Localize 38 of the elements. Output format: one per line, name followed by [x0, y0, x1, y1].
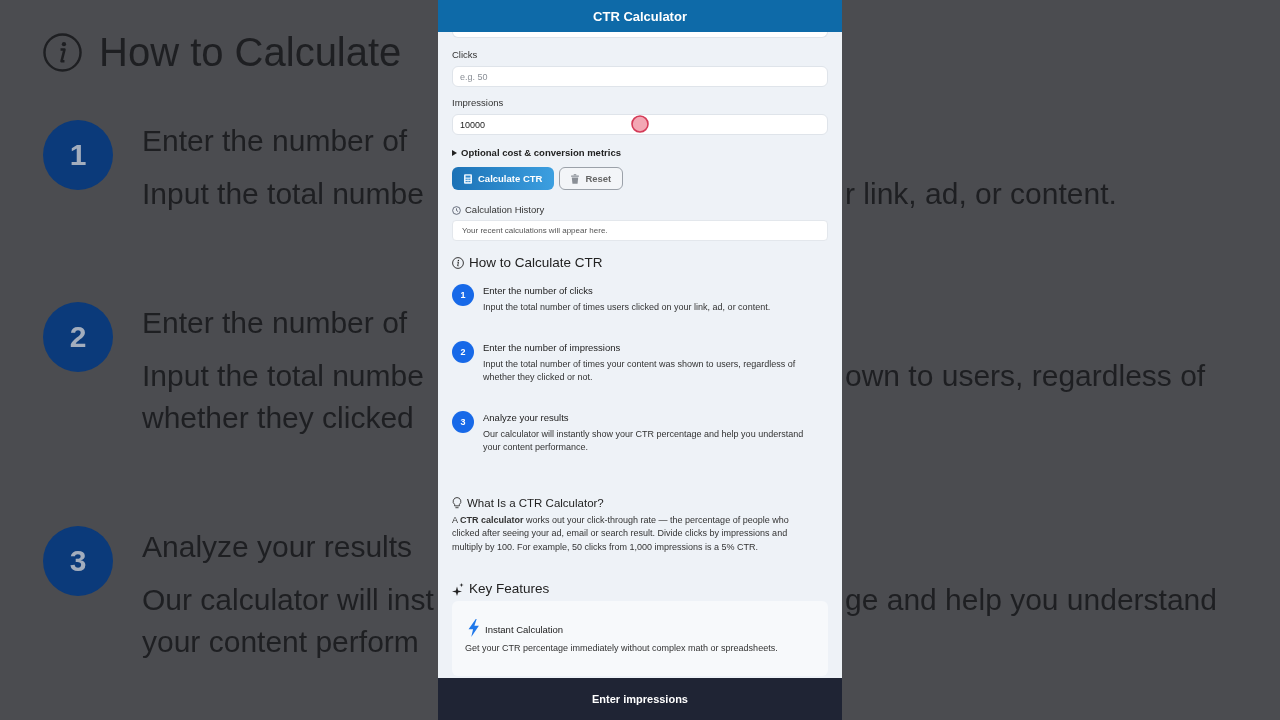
app-title: CTR Calculator: [593, 8, 687, 24]
lightning-bolt-icon: [467, 619, 480, 637]
step-description: Input the total number of times users clicked on your link, ad, or content.: [483, 301, 771, 314]
history-empty-text: Your recent calculations will appear here.: [462, 226, 608, 235]
input-field[interactable]: [452, 32, 828, 38]
info-icon: [452, 257, 464, 269]
trash-icon: [571, 173, 580, 184]
section-heading: How to Calculate CTR: [469, 254, 603, 272]
section-heading: What Is a CTR Calculator?: [467, 495, 604, 511]
disclosure-toggle[interactable]: Optional cost & conversion metrics: [452, 146, 621, 160]
clock-icon: [452, 205, 461, 215]
calculator-icon: [464, 173, 472, 184]
step-title: Analyze your results: [483, 410, 569, 425]
step-number: 3: [452, 410, 474, 433]
feature-description: Get your CTR percentage immediately without complex math or spreadsheets.: [465, 642, 779, 655]
step-number: 2: [452, 340, 474, 363]
calculate-button[interactable]: Calculate CTR: [452, 167, 555, 190]
section-heading: Key Features: [469, 580, 550, 598]
step-title: Enter the number of clicks: [483, 284, 593, 298]
field-label: Clicks: [452, 48, 478, 62]
step-title: Enter the number of impressions: [483, 340, 621, 355]
feature-title: Instant Calculation: [485, 623, 564, 637]
caption-text: Enter impressions: [592, 693, 688, 705]
info-icon: [43, 32, 82, 72]
step-description: Our calculator will instantly show your CTR percentage and help you understand your content performance.: [483, 427, 805, 454]
step-number: 2: [43, 302, 113, 372]
step-number: 1: [452, 284, 474, 306]
reset-button[interactable]: Reset: [559, 167, 624, 190]
input-field[interactable]: e.g. 50: [452, 66, 828, 87]
step-description: Input the total number of times your content was shown to users, regardless of whether they clicked or not.: [483, 357, 797, 384]
history-title: Calculation History: [465, 203, 545, 217]
step-number: 1: [43, 120, 113, 190]
description-paragraph: A CTR calculator works out your click-through rate — the percentage of people who clicked after seeing your ad, email or search result. Divide clicks by impressions and multiply by 100. For example, 50 clicks from 1,000 impressions is a 5% CTR.: [452, 513, 790, 554]
input-field[interactable]: 10000: [452, 114, 828, 135]
field-label: Impressions: [452, 96, 504, 110]
sparkle-icon: [452, 582, 464, 596]
step-number: 3: [43, 526, 113, 596]
lightbulb-icon: [452, 496, 462, 509]
